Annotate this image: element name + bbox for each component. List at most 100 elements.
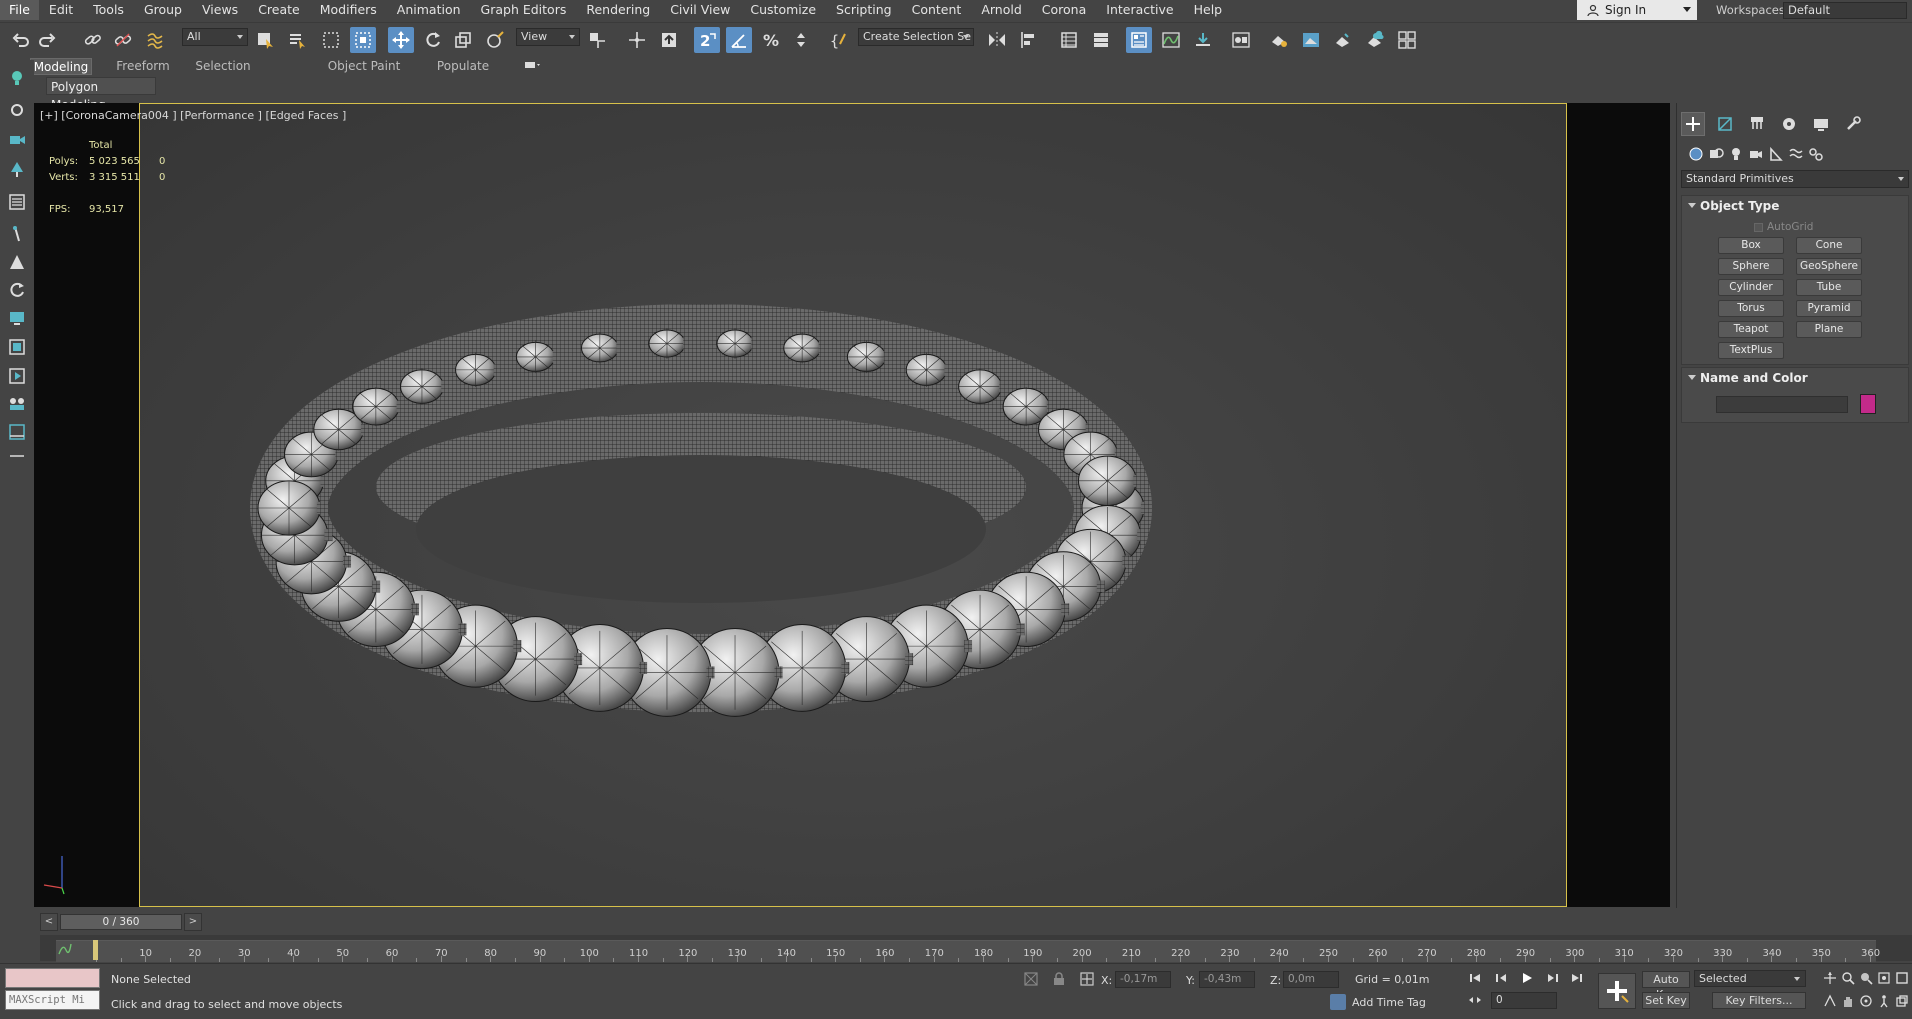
- menu-modifiers[interactable]: Modifiers: [310, 0, 387, 20]
- viewport-layout-button[interactable]: [5, 335, 29, 359]
- bind-space-warp-button[interactable]: [142, 27, 168, 53]
- refresh-button[interactable]: [5, 278, 29, 302]
- next-frame-button[interactable]: [1544, 969, 1562, 987]
- menu-customize[interactable]: Customize: [740, 0, 826, 20]
- spinner-snap-button[interactable]: [788, 27, 814, 53]
- zoom-extents-all-button[interactable]: [1876, 970, 1892, 986]
- key-mode-toggle[interactable]: [1466, 991, 1484, 1009]
- play-button[interactable]: [1518, 969, 1536, 987]
- lights-category-button[interactable]: [1725, 143, 1747, 165]
- menu-animation[interactable]: Animation: [387, 0, 471, 20]
- z-coord-input[interactable]: 0,0m: [1283, 971, 1339, 988]
- pan-button[interactable]: [1840, 993, 1856, 1009]
- workspaces-dropdown[interactable]: Default: [1783, 2, 1907, 19]
- align-button[interactable]: [1016, 27, 1042, 53]
- menu-rendering[interactable]: Rendering: [576, 0, 660, 20]
- primitive-category-dropdown[interactable]: Standard Primitives: [1681, 170, 1909, 188]
- toggle-scene-explorer-button[interactable]: [1056, 27, 1082, 53]
- sign-in-button[interactable]: Sign In: [1577, 0, 1697, 20]
- min-max-toggle-button[interactable]: [1894, 993, 1910, 1009]
- set-keys-button[interactable]: [1598, 973, 1636, 1009]
- menu-group[interactable]: Group: [134, 0, 192, 20]
- select-object-button[interactable]: [252, 27, 278, 53]
- angle-snap-button[interactable]: [726, 27, 752, 53]
- undo-button[interactable]: [8, 27, 34, 53]
- select-and-place-button[interactable]: [482, 27, 508, 53]
- tab-create[interactable]: [1681, 112, 1705, 136]
- menu-help[interactable]: Help: [1184, 0, 1233, 20]
- zoom-extents-button[interactable]: [1858, 970, 1874, 986]
- curve-mini-icon[interactable]: [58, 942, 72, 956]
- object-name-input[interactable]: [1716, 396, 1848, 413]
- keyboard-shortcut-toggle[interactable]: [656, 27, 682, 53]
- menu-create[interactable]: Create: [248, 0, 310, 20]
- render-in-cloud-button[interactable]: [1362, 27, 1388, 53]
- time-slider-next-button[interactable]: >: [184, 913, 202, 931]
- selection-filter-dropdown[interactable]: All: [182, 28, 248, 46]
- sun-button[interactable]: [5, 98, 29, 122]
- spacewarps-category-button[interactable]: [1785, 143, 1807, 165]
- tab-display[interactable]: [1809, 112, 1833, 136]
- menu-file[interactable]: File: [0, 0, 39, 20]
- tab-freeform[interactable]: Freeform: [110, 58, 176, 75]
- current-frame-input[interactable]: 0: [1491, 992, 1557, 1009]
- tab-utilities[interactable]: [1841, 112, 1865, 136]
- menu-interactive[interactable]: Interactive: [1096, 0, 1183, 20]
- object-type-title[interactable]: Object Type: [1682, 196, 1908, 216]
- frame-button[interactable]: [5, 420, 29, 444]
- tab-hierarchy[interactable]: [1745, 112, 1769, 136]
- torus-button[interactable]: Torus: [1718, 300, 1784, 317]
- reference-coord-dropdown[interactable]: View: [516, 28, 580, 46]
- cone-button[interactable]: Cone: [1796, 237, 1862, 254]
- zoom-button[interactable]: [1822, 970, 1838, 986]
- go-to-start-button[interactable]: [1466, 969, 1484, 987]
- cylinder-button[interactable]: Cylinder: [1718, 279, 1784, 296]
- menu-graph-editors[interactable]: Graph Editors: [471, 0, 577, 20]
- tab-populate[interactable]: Populate: [430, 58, 496, 75]
- sphere-button[interactable]: Sphere: [1718, 258, 1784, 275]
- unlink-button[interactable]: [110, 27, 136, 53]
- pyramid-button[interactable]: Pyramid: [1796, 300, 1862, 317]
- absolute-mode-icon[interactable]: [1079, 971, 1095, 987]
- box-button[interactable]: Box: [1718, 237, 1784, 254]
- tab-selection[interactable]: Selection: [190, 58, 256, 75]
- helper-button[interactable]: [5, 158, 29, 182]
- menu-scripting[interactable]: Scripting: [826, 0, 902, 20]
- maximize-viewport-button[interactable]: [1894, 970, 1910, 986]
- display-button[interactable]: [5, 306, 29, 330]
- x-coord-input[interactable]: -0,17m: [1115, 971, 1171, 988]
- container-button[interactable]: [5, 250, 29, 274]
- object-color-swatch[interactable]: [1860, 394, 1876, 414]
- material-editor-button[interactable]: [1228, 27, 1254, 53]
- systems-category-button[interactable]: [1805, 143, 1827, 165]
- named-selection-dropdown[interactable]: Create Selection Se: [858, 28, 974, 46]
- pivot-center-button[interactable]: [584, 27, 610, 53]
- edit-named-selection-button[interactable]: {: [826, 27, 852, 53]
- menu-views[interactable]: Views: [192, 0, 248, 20]
- menu-content[interactable]: Content: [902, 0, 972, 20]
- name-color-title[interactable]: Name and Color: [1682, 368, 1908, 388]
- more-tools-button[interactable]: [5, 444, 29, 468]
- tube-button[interactable]: Tube: [1796, 279, 1862, 296]
- toggle-ribbon-button[interactable]: [1126, 27, 1152, 53]
- ik-button[interactable]: [5, 222, 29, 246]
- geometry-category-button[interactable]: [1685, 143, 1707, 165]
- trackbar[interactable]: [56, 940, 1876, 962]
- time-slider-prev-button[interactable]: <: [40, 913, 58, 931]
- key-mode-dropdown[interactable]: Selected: [1694, 970, 1806, 987]
- zoom-all-button[interactable]: [1840, 970, 1856, 986]
- textplus-button[interactable]: TextPlus: [1718, 342, 1784, 359]
- camera-button[interactable]: [5, 128, 29, 152]
- tab-motion[interactable]: [1777, 112, 1801, 136]
- snaps-toggle-button[interactable]: 2: [694, 27, 720, 53]
- menu-edit[interactable]: Edit: [39, 0, 83, 20]
- key-filters-button[interactable]: Key Filters...: [1712, 992, 1806, 1009]
- tab-object-paint[interactable]: Object Paint: [326, 58, 402, 75]
- link-button[interactable]: [80, 27, 106, 53]
- viewport-canvas[interactable]: [139, 103, 1567, 907]
- select-and-move-button[interactable]: [388, 27, 414, 53]
- percent-snap-button[interactable]: %: [758, 27, 784, 53]
- time-slider-thumb[interactable]: 0 / 360: [60, 914, 182, 930]
- redo-button[interactable]: [34, 27, 60, 53]
- menu-corona[interactable]: Corona: [1032, 0, 1096, 20]
